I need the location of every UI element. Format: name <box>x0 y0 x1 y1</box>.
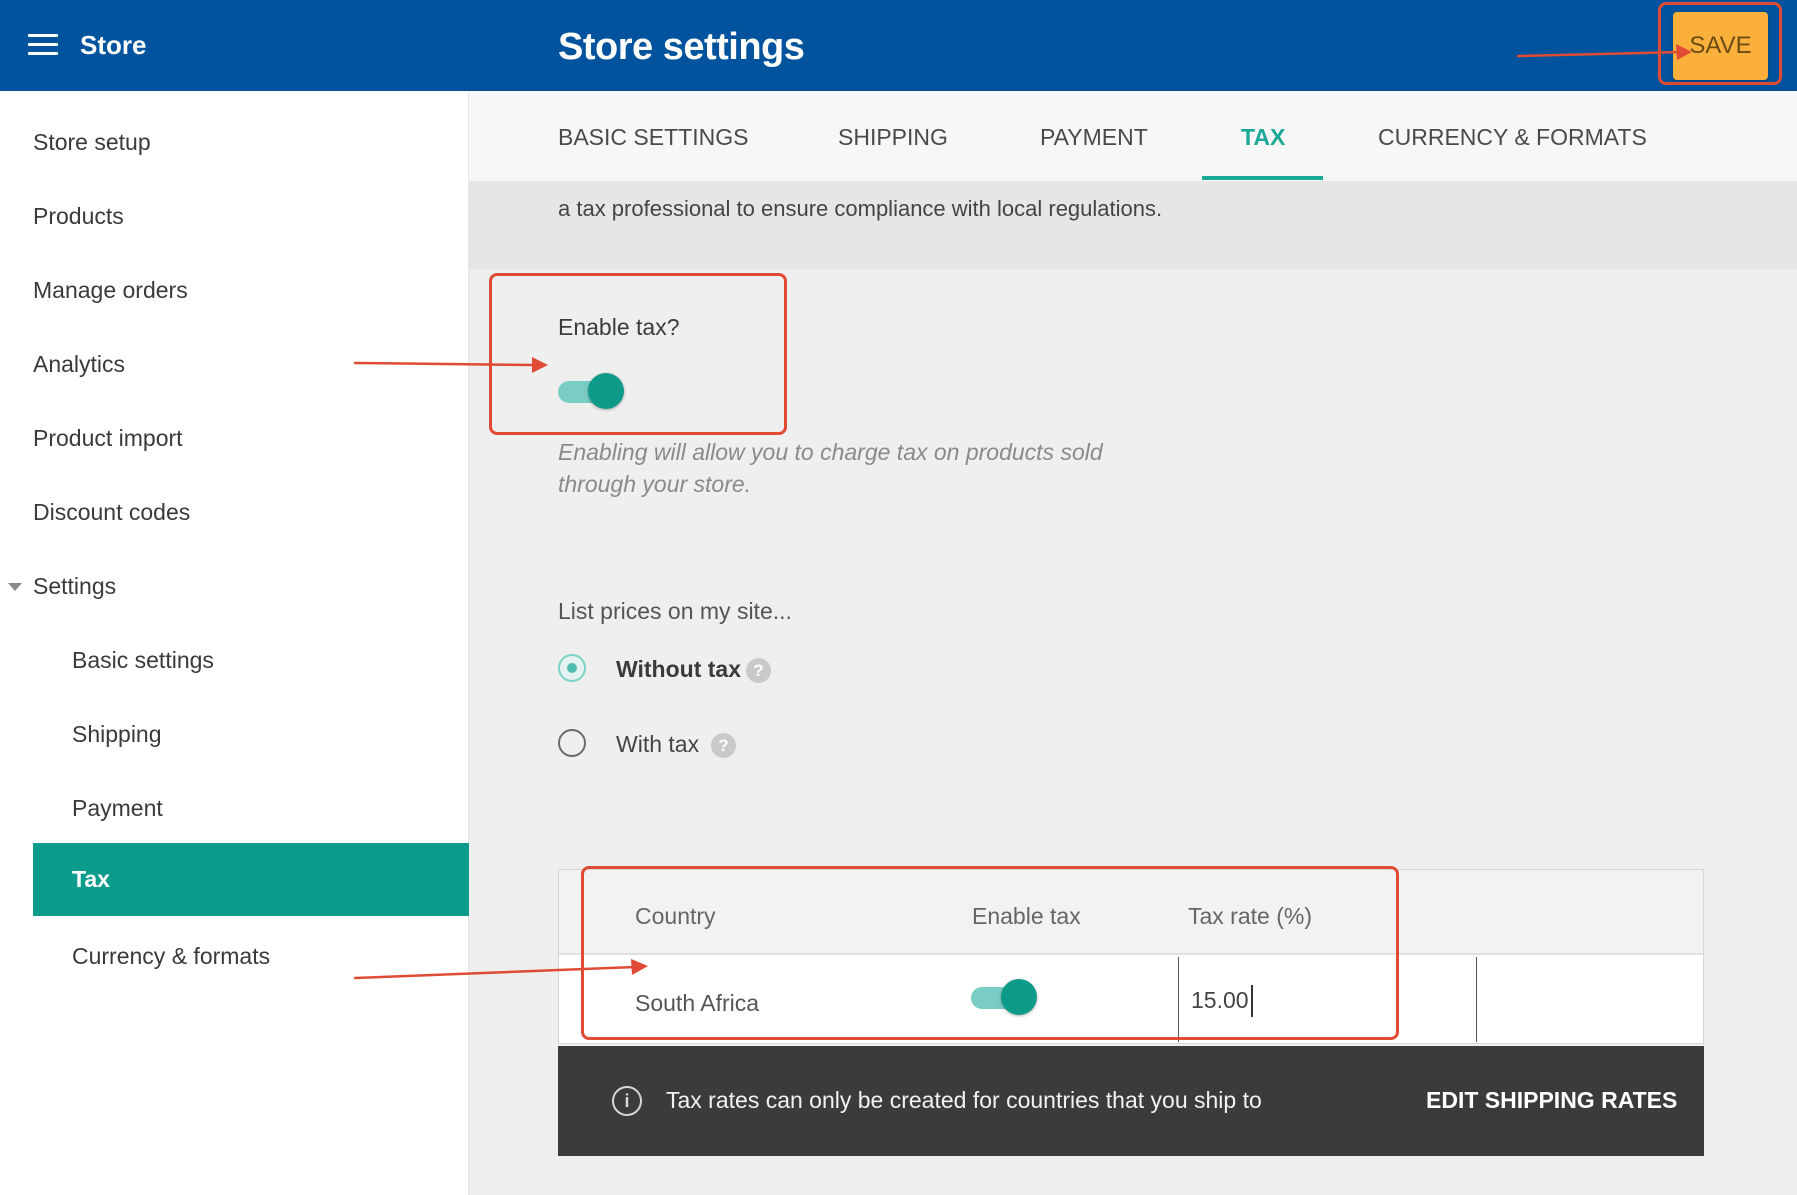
arrow-head-save <box>1676 44 1692 60</box>
arrow-to-table <box>353 965 637 980</box>
arrow-to-enable-tax <box>353 361 537 367</box>
arrow-to-save <box>1516 50 1682 58</box>
arrow-head-enable-tax <box>532 357 548 373</box>
annotation-arrows <box>353 44 1692 980</box>
arrow-head-table <box>631 959 648 975</box>
